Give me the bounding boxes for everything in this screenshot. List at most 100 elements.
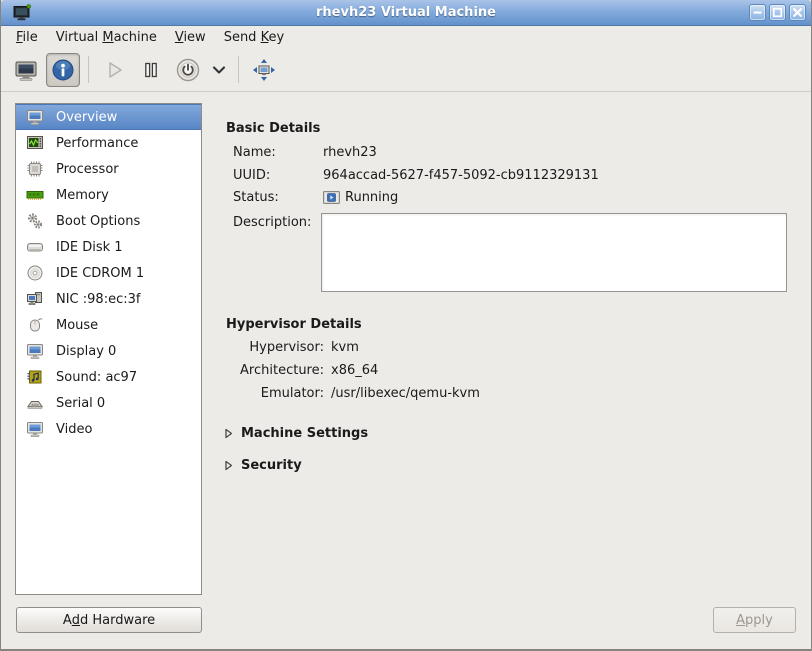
monitor-icon <box>25 108 45 126</box>
fullscreen-button[interactable] <box>247 53 281 87</box>
hardware-list: Overview Performance Processor Memory Bo… <box>15 103 202 595</box>
shutdown-power-button[interactable] <box>171 53 205 87</box>
processor-icon <box>25 160 45 178</box>
menu-item-file[interactable]: File <box>7 28 47 47</box>
apply-button[interactable]: Apply <box>713 607 796 633</box>
list-item-label: Processor <box>56 162 119 177</box>
add-hardware-button[interactable]: Add Hardware <box>16 607 202 633</box>
hypervisor-details-heading: Hypervisor Details <box>226 317 362 332</box>
list-item-label: Sound: ac97 <box>56 370 137 385</box>
hypervisor-row-value: x86_64 <box>331 363 378 378</box>
details-info-button[interactable] <box>46 53 80 87</box>
hypervisor-row: Hypervisor: kvm <box>226 340 359 355</box>
list-item-label: Boot Options <box>56 214 140 229</box>
menu-item-virtual-machine[interactable]: Virtual Machine <box>47 28 166 47</box>
expander-security[interactable]: Security <box>223 458 302 473</box>
hypervisor-row-value: kvm <box>331 340 359 355</box>
console-icon <box>14 58 38 82</box>
description-label: Description: <box>233 215 323 230</box>
details-info-icon <box>51 58 75 82</box>
minimize-button[interactable] <box>749 4 766 21</box>
sidebar-item-ide-disk-1[interactable]: IDE Disk 1 <box>16 234 201 260</box>
chevron-down-button[interactable] <box>208 53 230 87</box>
list-item-label: IDE CDROM 1 <box>56 266 144 281</box>
sidebar-item-mouse[interactable]: Mouse <box>16 312 201 338</box>
pause-button[interactable] <box>134 53 168 87</box>
list-item-label: Overview <box>56 110 117 125</box>
toolbar <box>1 48 811 92</box>
hypervisor-row-value: /usr/libexec/qemu-kvm <box>331 386 480 401</box>
console-button[interactable] <box>9 53 43 87</box>
display-icon <box>25 342 45 360</box>
menubar: File Virtual Machine View Send Key <box>1 26 811 48</box>
sidebar-item-display-0[interactable]: Display 0 <box>16 338 201 364</box>
sidebar-item-ide-cdrom-1[interactable]: IDE CDROM 1 <box>16 260 201 286</box>
disk-icon <box>25 238 45 256</box>
run-icon <box>102 58 126 82</box>
expander-machine-settings[interactable]: Machine Settings <box>223 426 368 441</box>
boot-icon <box>25 212 45 230</box>
sidebar-item-sound-ac97[interactable]: Sound: ac97 <box>16 364 201 390</box>
basic-details-heading: Basic Details <box>226 121 320 136</box>
sidebar-item-memory[interactable]: Memory <box>16 182 201 208</box>
titlebar[interactable]: rhevh23 Virtual Machine <box>1 0 811 26</box>
pause-icon <box>139 58 163 82</box>
sound-icon <box>25 368 45 386</box>
fullscreen-icon <box>251 57 277 83</box>
sidebar-item-nic-98-ec-3f[interactable]: NIC :98:ec:3f <box>16 286 201 312</box>
menu-item-send-key[interactable]: Send Key <box>215 28 293 47</box>
toolbar-separator <box>88 56 89 83</box>
hypervisor-row-label: Emulator: <box>226 386 324 401</box>
hypervisor-row: Emulator: /usr/libexec/qemu-kvm <box>226 386 480 401</box>
serial-icon <box>25 394 45 412</box>
expander-arrow-icon <box>223 460 234 471</box>
menu-item-view[interactable]: View <box>166 28 215 47</box>
performance-icon <box>25 134 45 152</box>
name-label: Name: <box>233 145 323 160</box>
sidebar-item-video[interactable]: Video <box>16 416 201 442</box>
sidebar-item-processor[interactable]: Processor <box>16 156 201 182</box>
shutdown-power-icon <box>175 57 201 83</box>
name-value: rhevh23 <box>323 145 377 160</box>
expander-label: Security <box>241 458 302 473</box>
maximize-button[interactable] <box>769 4 786 21</box>
window-controls <box>746 4 806 21</box>
sidebar-item-serial-0[interactable]: Serial 0 <box>16 390 201 416</box>
uuid-row: UUID: 964accad-5627-f457-5092-cb91123291… <box>233 168 599 183</box>
close-button[interactable] <box>789 4 806 21</box>
uuid-value: 964accad-5627-f457-5092-cb9112329131 <box>323 168 599 183</box>
hypervisor-row-label: Hypervisor: <box>226 340 324 355</box>
status-label: Status: <box>233 190 323 205</box>
expander-arrow-icon <box>223 428 234 439</box>
list-item-label: IDE Disk 1 <box>56 240 123 255</box>
list-item-label: Performance <box>56 136 138 151</box>
chevron-down-icon <box>210 61 228 79</box>
list-item-label: Memory <box>56 188 109 203</box>
cdrom-icon <box>25 264 45 282</box>
maximize-icon <box>770 4 785 21</box>
sidebar-item-boot-options[interactable]: Boot Options <box>16 208 201 234</box>
mouse-icon <box>25 316 45 334</box>
sidebar-item-performance[interactable]: Performance <box>16 130 201 156</box>
list-item-label: Display 0 <box>56 344 116 359</box>
status-row: Status: Running <box>233 190 398 205</box>
description-input[interactable] <box>321 213 787 292</box>
uuid-label: UUID: <box>233 168 323 183</box>
memory-icon <box>25 186 45 204</box>
sidebar-item-overview[interactable]: Overview <box>16 104 201 130</box>
status-value: Running <box>345 190 398 205</box>
run-button[interactable] <box>97 53 131 87</box>
close-icon <box>790 4 805 21</box>
list-item-label: Mouse <box>56 318 98 333</box>
toolbar-separator <box>238 56 239 83</box>
description-label-row: Description: <box>233 215 323 230</box>
nic-icon <box>25 290 45 308</box>
list-item-label: NIC :98:ec:3f <box>56 292 140 307</box>
window-title: rhevh23 Virtual Machine <box>1 5 811 20</box>
minimize-icon <box>750 4 765 21</box>
hypervisor-row-label: Architecture: <box>226 363 324 378</box>
window-app-icon <box>12 3 32 22</box>
running-status-icon <box>323 191 340 204</box>
hypervisor-row: Architecture: x86_64 <box>226 363 378 378</box>
name-row: Name: rhevh23 <box>233 145 377 160</box>
